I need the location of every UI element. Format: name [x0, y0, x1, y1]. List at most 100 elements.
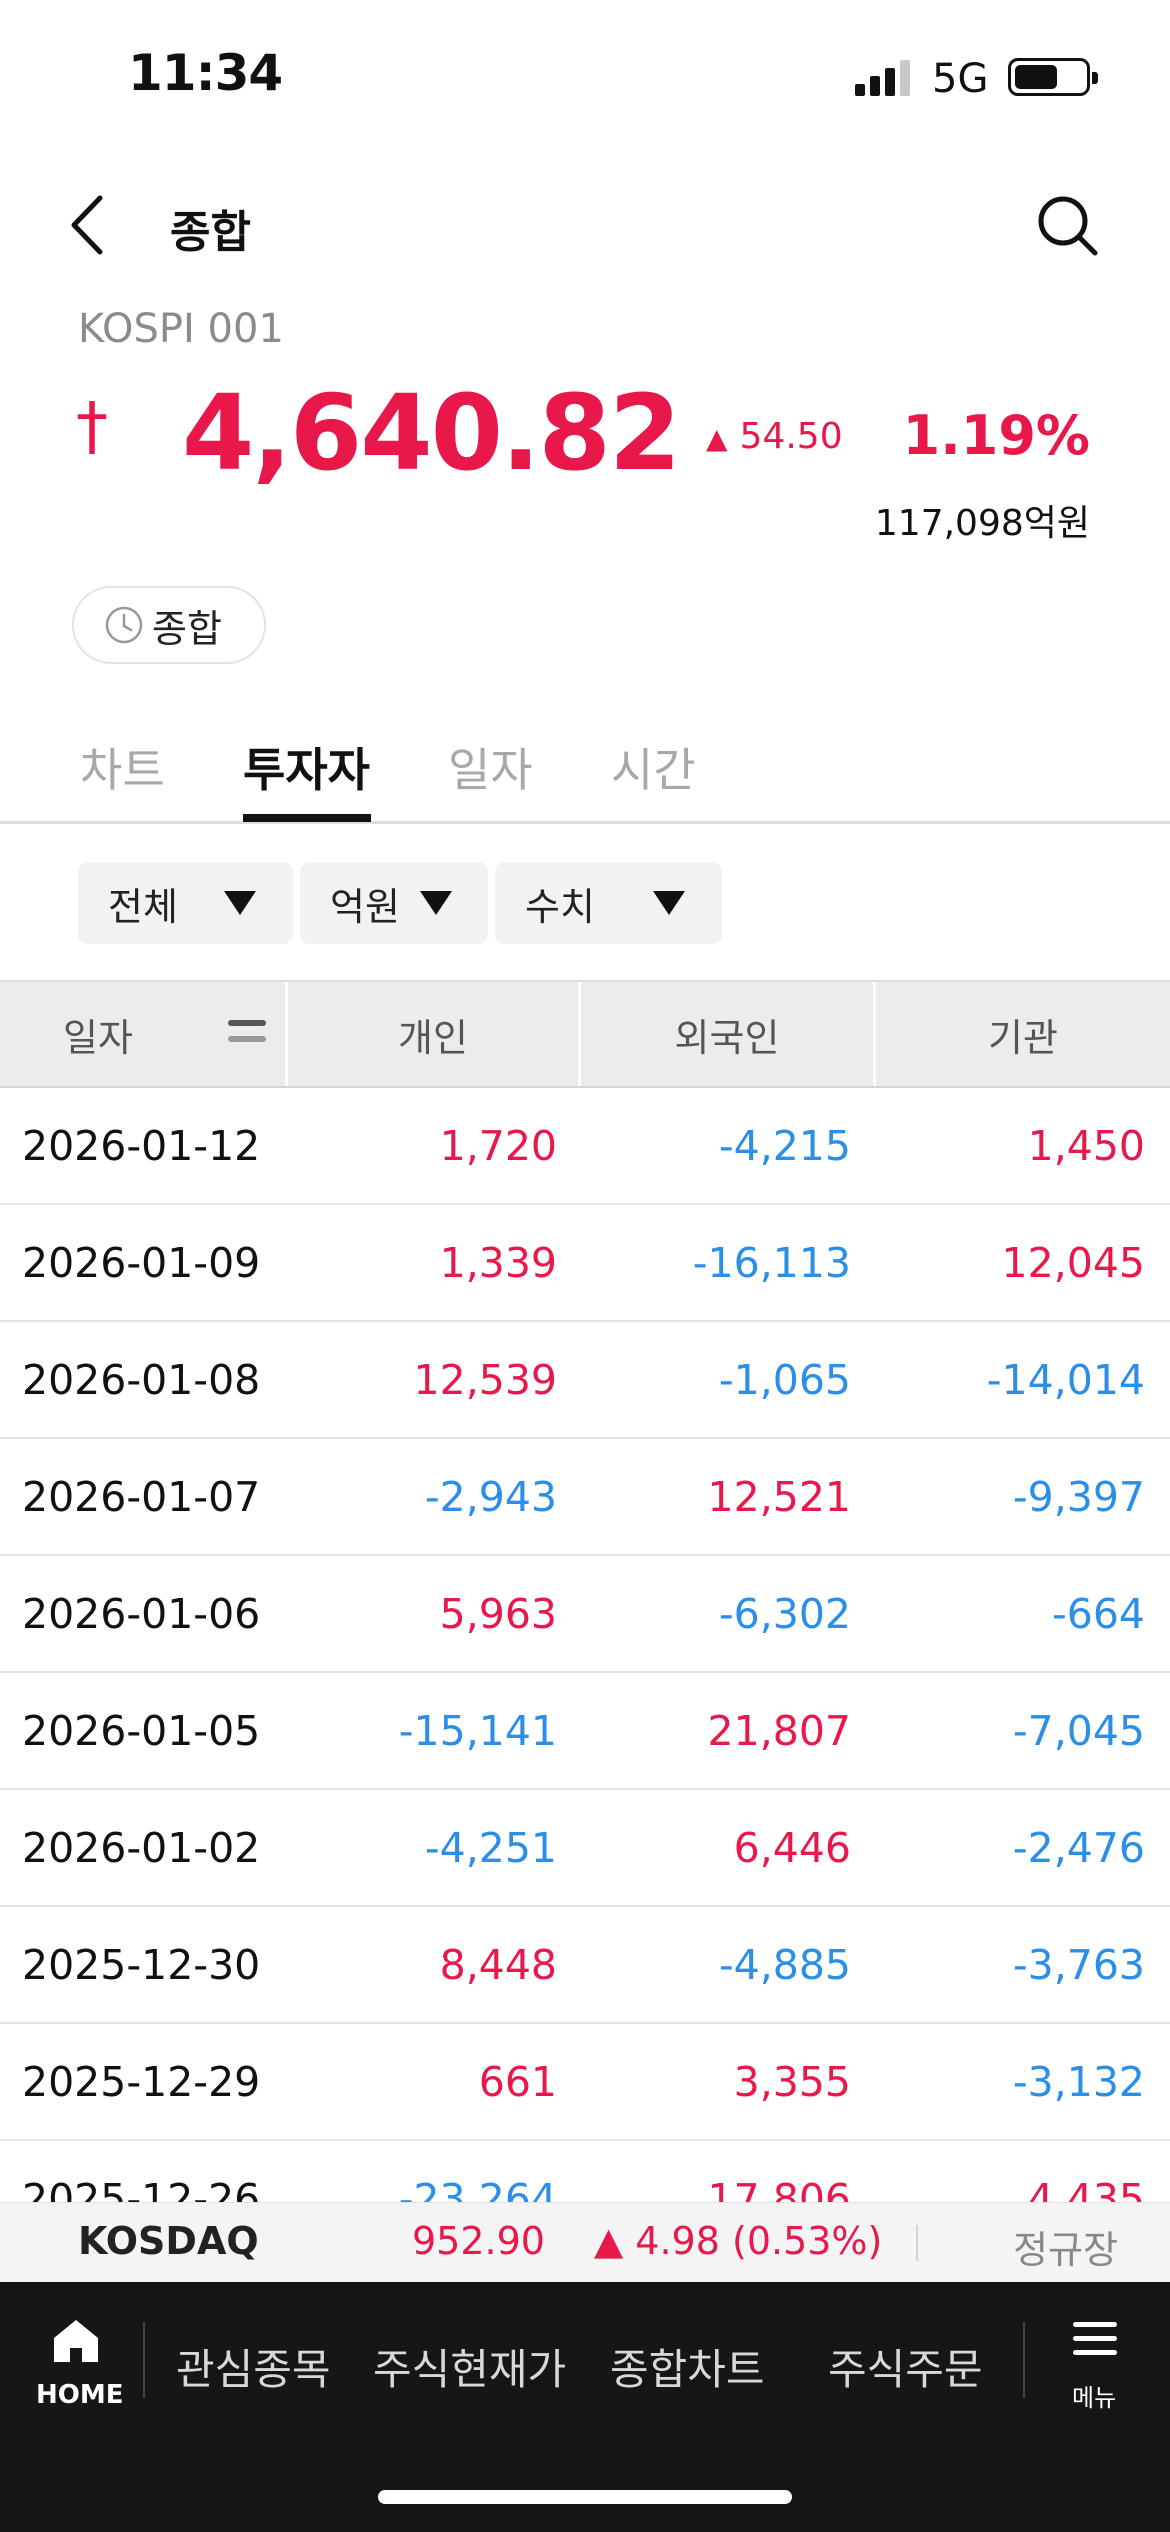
- tab-chart[interactable]: 차트: [80, 734, 165, 800]
- table-row[interactable]: 2026-01-07 -2,943 12,521 -9,397: [0, 1439, 1170, 1556]
- ticker-divider: [916, 2225, 918, 2261]
- cell-individual: 8,448: [439, 1940, 557, 1989]
- nav-home-button[interactable]: HOME: [30, 2316, 124, 2412]
- cell-foreign: -6,302: [718, 1589, 851, 1638]
- table-row[interactable]: 2026-01-02 -4,251 6,446 -2,476: [0, 1790, 1170, 1907]
- nav-home-label: HOME: [36, 2380, 124, 2410]
- trade-volume: 117,098억원: [874, 503, 1090, 544]
- search-icon: [1038, 196, 1098, 256]
- caret-down-icon: [224, 891, 256, 915]
- cell-date: 2026-01-05: [22, 1706, 261, 1755]
- filter-market-select[interactable]: 전체: [78, 862, 293, 944]
- tab-time[interactable]: 시간: [611, 734, 696, 800]
- nav-menu-label: 메뉴: [1072, 2384, 1117, 2412]
- tab-bar: 차트 투자자 일자 시간: [0, 700, 1170, 824]
- nav-divider: [1023, 2322, 1025, 2398]
- cell-institution: -3,763: [1012, 1940, 1145, 1989]
- cell-institution: 1,450: [1027, 1121, 1145, 1170]
- filter-unit-label: 억원: [330, 884, 400, 929]
- cell-date: 2026-01-08: [22, 1355, 261, 1404]
- cell-foreign: 6,446: [733, 1823, 851, 1872]
- chevron-left-icon: [71, 195, 103, 255]
- index-change-percent: 1.19%: [902, 404, 1090, 467]
- up-triangle-icon: ▲: [706, 422, 728, 455]
- filter-market-label: 전체: [108, 884, 178, 929]
- network-label: 5G: [932, 56, 989, 102]
- cell-date: 2026-01-06: [22, 1589, 261, 1638]
- tab-daily[interactable]: 일자: [448, 734, 533, 800]
- search-button[interactable]: [1032, 190, 1102, 260]
- back-button[interactable]: [62, 190, 122, 260]
- app-screen: 11:34 5G 종합 KOSPI 001 † 4,640.82 ▲ 54.50 …: [0, 0, 1170, 2532]
- cell-institution: -2,476: [1012, 1823, 1145, 1872]
- cell-individual: 5,963: [439, 1589, 557, 1638]
- session-chip[interactable]: 종합: [72, 586, 266, 664]
- ticker-session: 정규장: [1013, 2228, 1118, 2272]
- filter-mode-select[interactable]: 수치: [495, 862, 722, 944]
- sort-icon[interactable]: [228, 1020, 266, 1048]
- active-tab-indicator: [243, 814, 371, 822]
- cell-institution: -9,397: [1012, 1472, 1145, 1521]
- column-header-individual: 개인: [398, 1015, 468, 1060]
- cell-individual: 1,720: [439, 1121, 557, 1170]
- table-row[interactable]: 2025-12-29 661 3,355 -3,132: [0, 2024, 1170, 2141]
- table-row[interactable]: 2026-01-05 -15,141 21,807 -7,045: [0, 1673, 1170, 1790]
- cell-date: 2026-01-07: [22, 1472, 261, 1521]
- tab-investor[interactable]: 투자자: [243, 734, 370, 800]
- cell-institution: -14,014: [986, 1355, 1145, 1404]
- cell-foreign: -16,113: [692, 1238, 851, 1287]
- kosdaq-ticker-bar[interactable]: KOSDAQ 952.90 ▲ 4.98 (0.53%) 정규장: [0, 2202, 1170, 2282]
- nav-item-chart[interactable]: 종합차트: [610, 2336, 765, 2397]
- table-row[interactable]: 2026-01-12 1,720 -4,215 1,450: [0, 1088, 1170, 1205]
- nav-menu-button[interactable]: 메뉴: [1070, 2322, 1122, 2412]
- table-header: 일자 개인 외국인 기관: [0, 980, 1170, 1088]
- cell-date: 2026-01-09: [22, 1238, 261, 1287]
- hamburger-menu-icon-bar: [1073, 2336, 1117, 2341]
- filter-mode-label: 수치: [525, 884, 595, 929]
- caret-down-icon: [653, 891, 685, 915]
- battery-icon: [1008, 58, 1098, 96]
- cell-individual: -2,943: [424, 1472, 557, 1521]
- nav-item-order[interactable]: 주식주문: [828, 2336, 983, 2397]
- cell-date: 2026-01-12: [22, 1121, 261, 1170]
- table-row[interactable]: 2026-01-09 1,339 -16,113 12,045: [0, 1205, 1170, 1322]
- nav-item-watchlist[interactable]: 관심종목: [176, 2336, 331, 2397]
- index-value: 4,640.82: [182, 372, 681, 494]
- filter-unit-select[interactable]: 억원: [300, 862, 488, 944]
- cell-foreign: 12,521: [707, 1472, 851, 1521]
- cell-individual: -23,264: [398, 2174, 557, 2203]
- status-time: 11:34: [128, 44, 283, 102]
- column-header-institution: 기관: [988, 1015, 1058, 1060]
- column-header-foreign: 외국인: [674, 1015, 780, 1060]
- index-change-value: 54.50: [739, 416, 843, 457]
- cell-institution: -664: [1051, 1589, 1145, 1638]
- index-code: KOSPI 001: [78, 306, 284, 352]
- clock-icon: [105, 606, 143, 644]
- cell-date: 2025-12-30: [22, 1940, 261, 1989]
- cell-foreign: -1,065: [718, 1355, 851, 1404]
- cell-institution: 12,045: [1001, 1238, 1145, 1287]
- hamburger-menu-icon-bar: [1073, 2350, 1117, 2355]
- page-title: 종합: [170, 207, 251, 258]
- nav-divider: [143, 2322, 145, 2398]
- ticker-name: KOSDAQ: [78, 2219, 259, 2263]
- investor-table-body[interactable]: 2026-01-12 1,720 -4,215 1,450 2026-01-09 1,33…: [0, 1088, 1170, 2202]
- cell-foreign: -4,215: [718, 1121, 851, 1170]
- cell-date: 2026-01-02: [22, 1823, 261, 1872]
- table-row[interactable]: 2025-12-30 8,448 -4,885 -3,763: [0, 1907, 1170, 2024]
- table-row[interactable]: 2025-12-26 -23,264 17,806 4,435: [0, 2141, 1170, 2203]
- ticker-change: ▲ 4.98 (0.53%): [594, 2219, 883, 2263]
- nav-item-current-price[interactable]: 주식현재가: [373, 2336, 566, 2397]
- cell-foreign: 3,355: [733, 2057, 851, 2106]
- home-icon: [54, 2320, 98, 2362]
- cell-foreign: 17,806: [707, 2174, 851, 2203]
- session-chip-label: 종합: [152, 606, 222, 651]
- cell-individual: 661: [478, 2057, 557, 2106]
- table-row[interactable]: 2026-01-06 5,963 -6,302 -664: [0, 1556, 1170, 1673]
- cell-institution: -7,045: [1012, 1706, 1145, 1755]
- cell-institution: -3,132: [1012, 2057, 1145, 2106]
- ticker-value: 952.90: [412, 2219, 545, 2263]
- home-indicator[interactable]: [378, 2490, 792, 2504]
- dagger-marker: †: [76, 390, 108, 464]
- table-row[interactable]: 2026-01-08 12,539 -1,065 -14,014: [0, 1322, 1170, 1439]
